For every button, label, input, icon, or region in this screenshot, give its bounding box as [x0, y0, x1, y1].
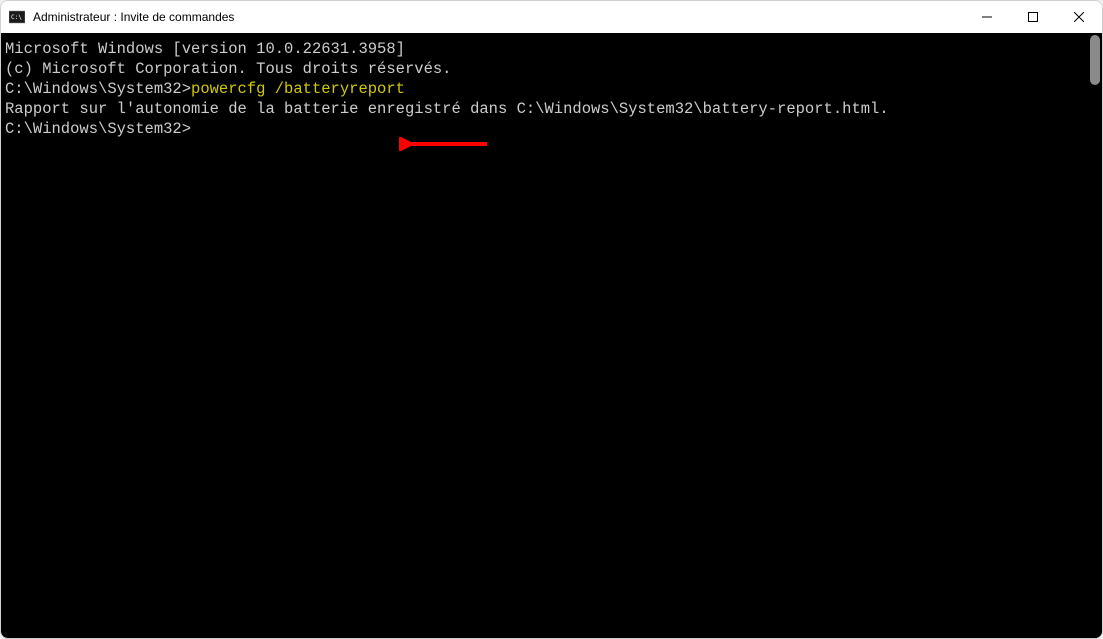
prompt-path: C:\Windows\System32>: [5, 80, 191, 98]
close-button[interactable]: [1056, 1, 1102, 33]
cmd-icon: C:\: [9, 9, 25, 25]
maximize-button[interactable]: [1010, 1, 1056, 33]
terminal-content[interactable]: Microsoft Windows [version 10.0.22631.39…: [1, 33, 1086, 638]
prompt-path: C:\Windows\System32>: [5, 120, 191, 138]
titlebar[interactable]: C:\ Administrateur : Invite de commandes: [1, 1, 1102, 33]
terminal-area[interactable]: Microsoft Windows [version 10.0.22631.39…: [1, 33, 1102, 638]
command-prompt-window: C:\ Administrateur : Invite de commandes…: [0, 0, 1103, 639]
scrollbar-thumb[interactable]: [1090, 35, 1100, 85]
window-title: Administrateur : Invite de commandes: [33, 10, 234, 24]
titlebar-left: C:\ Administrateur : Invite de commandes: [9, 9, 234, 25]
output-line: (c) Microsoft Corporation. Tous droits r…: [5, 59, 1086, 79]
prompt-line: C:\Windows\System32>powercfg /batteryrep…: [5, 79, 1086, 99]
minimize-button[interactable]: [964, 1, 1010, 33]
svg-text:C:\: C:\: [11, 14, 22, 21]
output-line: Rapport sur l'autonomie de la batterie e…: [5, 99, 1086, 119]
scrollbar-track[interactable]: [1086, 33, 1102, 638]
titlebar-buttons: [964, 1, 1102, 33]
prompt-line: C:\Windows\System32>: [5, 119, 1086, 139]
entered-command: powercfg /batteryreport: [191, 80, 405, 98]
output-line: Microsoft Windows [version 10.0.22631.39…: [5, 39, 1086, 59]
